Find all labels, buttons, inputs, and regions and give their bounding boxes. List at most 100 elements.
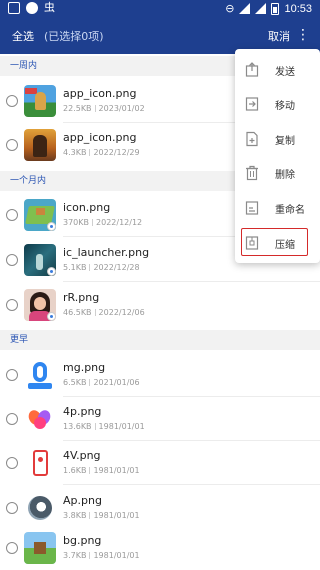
- file-name: Ap.png: [63, 494, 102, 507]
- file-date: 1981/01/01: [93, 511, 140, 520]
- more-options-icon[interactable]: ⋮: [296, 26, 310, 44]
- blue-o-app-icon: [24, 359, 56, 391]
- file-size: 46.5KB: [63, 308, 92, 317]
- menu-item-delete[interactable]: 删除: [235, 156, 320, 190]
- status-right: ⊖ 10:53: [225, 2, 312, 15]
- file-meta: 1.6KB 1981/01/01: [63, 466, 140, 475]
- menu-item-move[interactable]: 移动: [235, 87, 320, 121]
- file-size: 5.1KB: [63, 263, 87, 272]
- file-date: 1981/01/01: [93, 551, 140, 560]
- list-item[interactable]: 4p.png 13.6KB 1981/01/01: [0, 397, 320, 441]
- vibrate-icon: ⊖: [225, 2, 235, 15]
- file-size: 370KB: [63, 218, 90, 227]
- battery-icon: [271, 2, 280, 15]
- select-radio[interactable]: [6, 299, 18, 311]
- colorful-petal-icon: [24, 403, 56, 435]
- file-meta: 3.7KB 1981/01/01: [63, 551, 140, 560]
- file-size: 1.6KB: [63, 466, 87, 475]
- file-size: 22.5KB: [63, 104, 92, 113]
- list-item[interactable]: mg.png 6.5KB 2021/01/06: [0, 353, 320, 397]
- select-radio[interactable]: [6, 139, 18, 151]
- copy-icon: [246, 131, 258, 147]
- file-size: 3.8KB: [63, 511, 87, 520]
- select-radio[interactable]: [6, 542, 18, 554]
- rename-icon: [245, 201, 259, 215]
- move-icon: [245, 97, 259, 111]
- file-meta: 370KB 2022/12/12: [63, 218, 142, 227]
- file-date: 2022/12/28: [93, 263, 140, 272]
- blocky-landscape-icon: [24, 532, 56, 564]
- file-name: mg.png: [63, 361, 106, 374]
- select-radio[interactable]: [6, 254, 18, 266]
- menu-label: 发送: [275, 67, 295, 78]
- notification-square-icon: [8, 2, 20, 14]
- file-meta: 6.5KB 2021/01/06: [63, 378, 140, 387]
- file-meta: 22.5KB 2023/01/02: [63, 104, 145, 113]
- island-game-icon: [24, 199, 56, 231]
- file-name: 4V.png: [63, 449, 101, 462]
- send-icon: [245, 62, 259, 77]
- status-clock: 10:53: [284, 2, 312, 15]
- file-date: 1981/01/01: [98, 422, 145, 431]
- game-warrior-icon: [24, 129, 56, 161]
- list-item[interactable]: Ap.png 3.8KB 1981/01/01: [0, 486, 320, 530]
- section-header-earlier: 更早: [0, 330, 320, 350]
- file-meta: 4.3KB 2022/12/29: [63, 148, 140, 157]
- file-name: icon.png: [63, 201, 111, 214]
- menu-item-rename[interactable]: 重命名: [235, 191, 320, 225]
- list-item[interactable]: 4V.png 1.6KB 1981/01/01: [0, 441, 320, 485]
- file-date: 2022/12/12: [96, 218, 143, 227]
- list-item[interactable]: rR.png 46.5KB 2022/12/06: [0, 283, 320, 327]
- file-date: 1981/01/01: [93, 466, 140, 475]
- file-name: 4p.png: [63, 405, 102, 418]
- select-radio[interactable]: [6, 209, 18, 221]
- file-name: bg.png: [63, 534, 102, 547]
- signal-icon: [255, 3, 267, 14]
- menu-item-copy[interactable]: 复制: [235, 122, 320, 156]
- file-name: ic_launcher.png: [63, 246, 150, 259]
- status-bar: 虫 ⊖ 10:53: [0, 0, 320, 18]
- list-item[interactable]: bg.png 3.7KB 1981/01/01: [0, 526, 320, 570]
- girl-avatar-icon: [24, 289, 56, 321]
- cancel-button[interactable]: 取消: [268, 28, 290, 44]
- status-left: 虫: [8, 2, 55, 14]
- menu-label: 删除: [275, 170, 295, 181]
- select-radio[interactable]: [6, 369, 18, 381]
- menu-item-send[interactable]: 发送: [235, 53, 320, 87]
- game-character-icon: [24, 85, 56, 117]
- file-date: 2021/01/06: [93, 378, 140, 387]
- menu-label: 重命名: [275, 205, 305, 216]
- file-date: 2022/12/29: [93, 148, 140, 157]
- file-meta: 13.6KB 1981/01/01: [63, 422, 145, 431]
- file-meta: 46.5KB 2022/12/06: [63, 308, 145, 317]
- menu-item-compress[interactable]: 压缩: [235, 226, 320, 260]
- red-phone-icon: [24, 447, 56, 479]
- file-name: app_icon.png: [63, 87, 137, 100]
- file-name: rR.png: [63, 291, 100, 304]
- grey-sphere-icon: [24, 492, 56, 524]
- menu-label: 压缩: [275, 240, 295, 251]
- file-size: 4.3KB: [63, 148, 87, 157]
- select-radio[interactable]: [6, 457, 18, 469]
- file-size: 6.5KB: [63, 378, 87, 387]
- file-meta: 3.8KB 1981/01/01: [63, 511, 140, 520]
- trash-icon: [246, 165, 258, 181]
- menu-label: 复制: [275, 136, 295, 147]
- select-radio[interactable]: [6, 95, 18, 107]
- compress-icon: [245, 236, 259, 250]
- select-radio[interactable]: [6, 502, 18, 514]
- action-popup-menu: 发送 移动 复制 删除 重命名 压缩: [235, 49, 320, 263]
- select-radio[interactable]: [6, 413, 18, 425]
- menu-label: 移动: [275, 101, 295, 112]
- selected-count-label: (已选择0项): [44, 30, 104, 43]
- file-meta: 5.1KB 2022/12/28: [63, 263, 140, 272]
- dark-game-icon: [24, 244, 56, 276]
- file-size: 3.7KB: [63, 551, 87, 560]
- status-bug-glyph: 虫: [44, 1, 55, 14]
- file-name: app_icon.png: [63, 131, 137, 144]
- wifi-icon: [239, 3, 251, 14]
- file-size: 13.6KB: [63, 422, 92, 431]
- notification-circle-icon: [26, 2, 38, 14]
- select-all-button[interactable]: 全选: [12, 28, 34, 44]
- file-date: 2022/12/06: [98, 308, 145, 317]
